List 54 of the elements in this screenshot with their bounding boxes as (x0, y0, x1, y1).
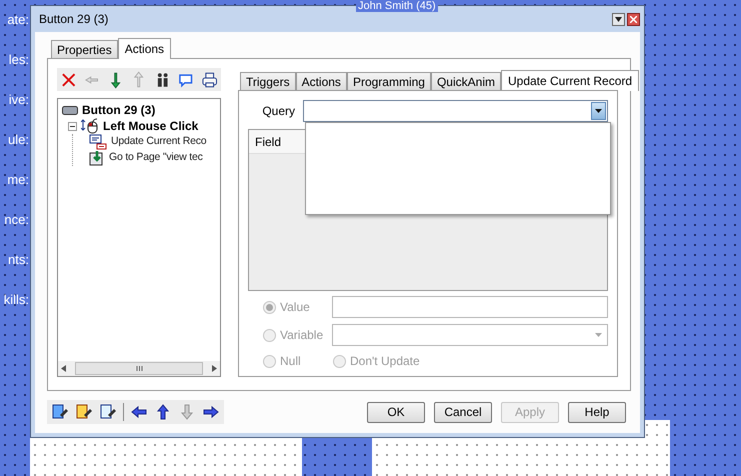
button-icon (62, 106, 78, 114)
minus-icon (70, 124, 75, 128)
mouse-icon (81, 118, 99, 134)
left-arrow-icon[interactable] (130, 403, 148, 421)
dialog-button[interactable]: Cancel (434, 402, 492, 422)
column-header: Field (254, 134, 282, 150)
field-label: kills: (4, 291, 29, 309)
record-heading: John Smith (45) (356, 0, 438, 12)
dialog-button[interactable]: OK (367, 402, 425, 422)
delete-icon[interactable] (60, 70, 78, 88)
field-label: ive: (8, 91, 29, 109)
tab[interactable]: Update Current Record (500, 70, 640, 91)
field-label: les: (8, 51, 29, 69)
field-label: nce: (4, 211, 29, 229)
tab[interactable]: Actions (118, 38, 172, 59)
field-label: ate: (7, 11, 29, 29)
query-label: Query (261, 103, 295, 120)
record-update-icon (89, 134, 107, 150)
printer-icon[interactable] (200, 70, 218, 88)
scroll-right-icon[interactable] (212, 365, 217, 372)
grip-icon (136, 366, 142, 371)
close-icon (630, 16, 637, 22)
tree-item[interactable]: Button 29 (3) (82, 101, 156, 119)
close-button[interactable] (627, 12, 640, 26)
window-title: Button 29 (3) (39, 11, 108, 28)
tree-item[interactable]: Go to Page "view tec (109, 150, 203, 166)
value-input[interactable] (332, 296, 608, 318)
minimize-button[interactable] (612, 12, 625, 26)
tab[interactable]: Actions (296, 72, 347, 90)
field-label: ule: (8, 131, 29, 149)
radio-label: Value (280, 299, 310, 316)
caret-icon (595, 333, 602, 337)
query-dropdown[interactable] (303, 100, 608, 122)
tree-item[interactable]: Left Mouse Click (103, 117, 198, 135)
field-label: nts: (8, 251, 29, 269)
page-edit-icon[interactable] (75, 403, 93, 421)
field-label: me: (7, 171, 29, 189)
horizontal-scrollbar[interactable] (58, 361, 220, 376)
tab[interactable]: Programming (346, 72, 431, 90)
dialog-button[interactable]: Help (568, 402, 626, 422)
radio-label: Don't Update (350, 353, 420, 370)
caret-icon (615, 16, 622, 22)
radio-label: Null (280, 353, 301, 370)
tab[interactable]: Triggers (240, 72, 296, 90)
scroll-left-icon[interactable] (61, 365, 66, 372)
radio-label: Variable (280, 327, 324, 344)
tab[interactable]: QuickAnim (430, 72, 501, 90)
right-arrow-icon[interactable] (202, 403, 220, 421)
up-arrow-icon[interactable] (154, 403, 172, 421)
tree-item[interactable]: Update Current Reco (111, 134, 206, 150)
tree-expander[interactable] (68, 122, 77, 130)
page-edit-icon[interactable] (51, 403, 69, 421)
tab[interactable]: Properties (51, 40, 118, 58)
page-edit-icon[interactable] (99, 403, 117, 421)
